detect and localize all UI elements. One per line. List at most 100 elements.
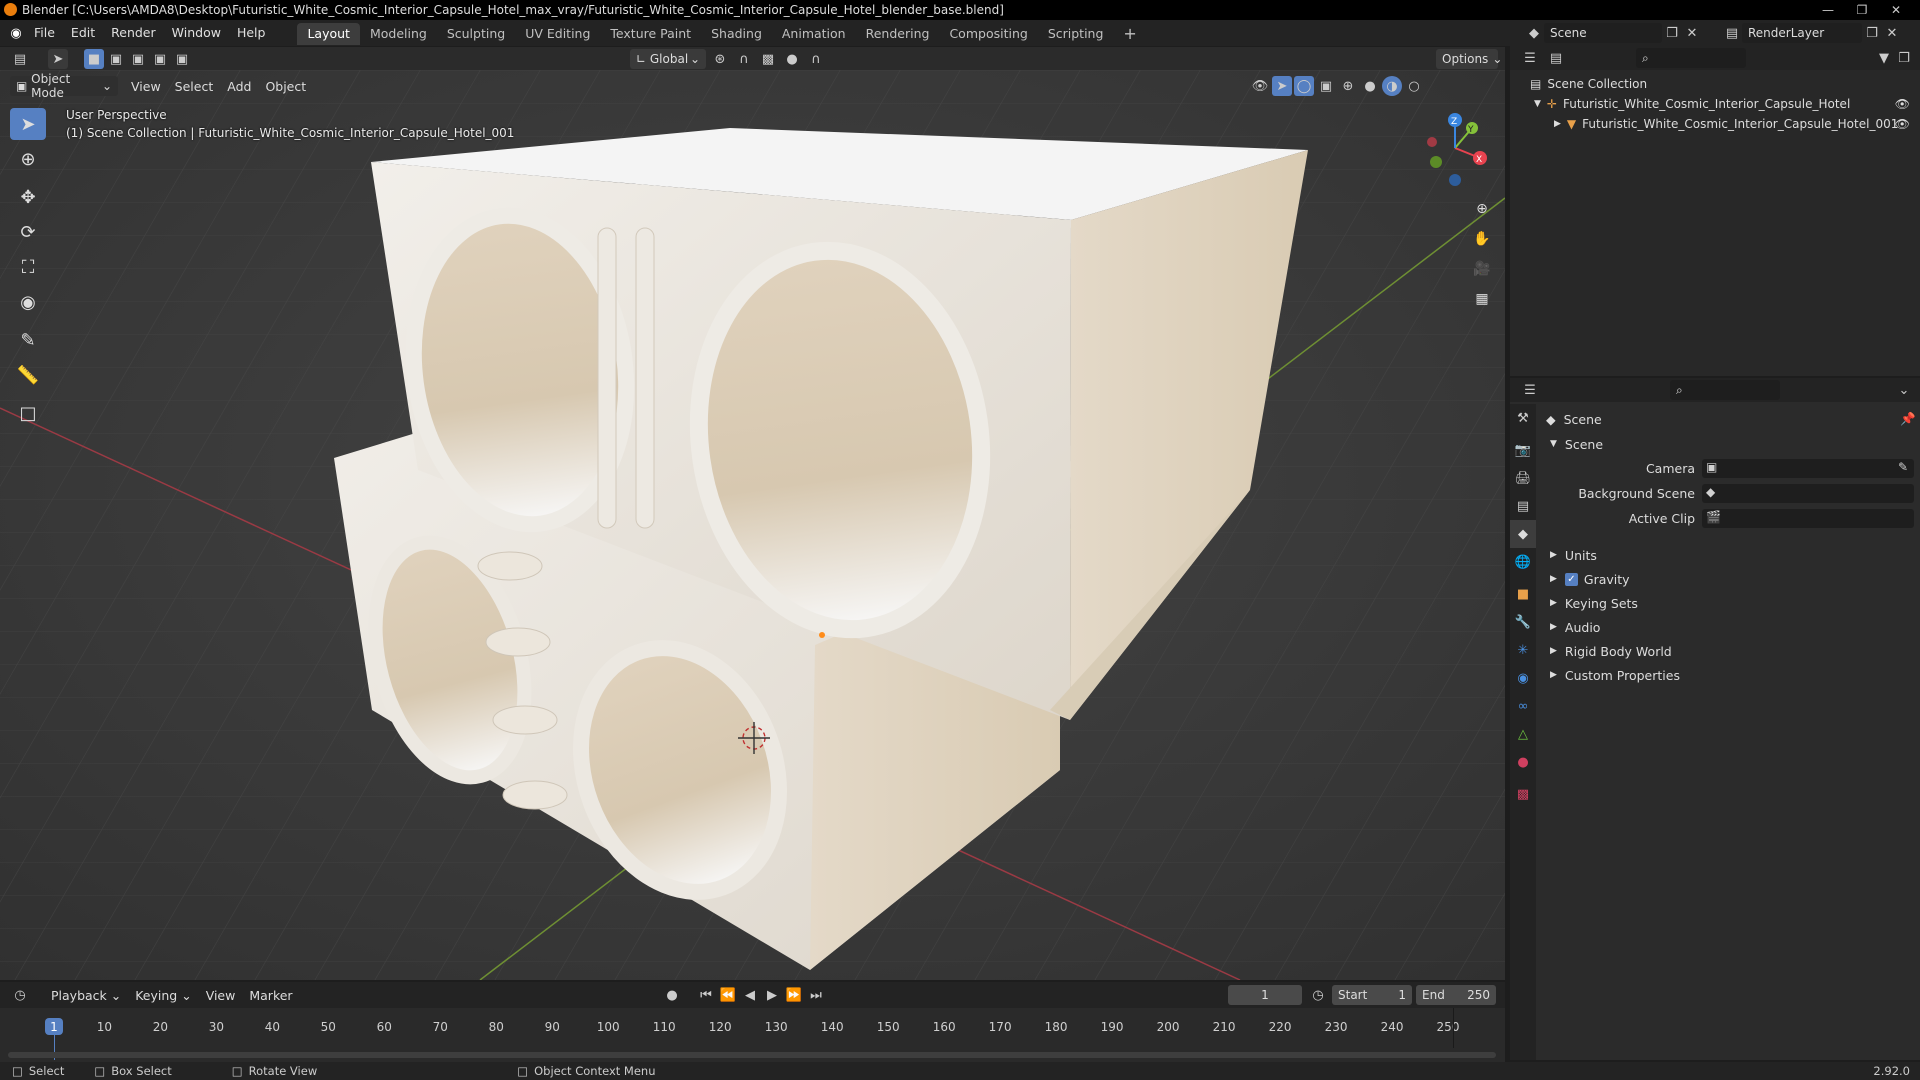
menu-edit[interactable]: Edit — [63, 20, 103, 46]
tab-shading[interactable]: Shading — [701, 23, 772, 45]
editor-type-icon[interactable]: ☰ — [1520, 48, 1540, 68]
timeline-menu-view[interactable]: View — [199, 988, 243, 1003]
timeline-menu-marker[interactable]: Marker — [242, 988, 299, 1003]
current-frame-field[interactable]: 1 — [1228, 985, 1302, 1005]
xray-toggle-icon[interactable]: ▣ — [1316, 76, 1336, 96]
jump-start-icon[interactable]: ⏮ — [696, 985, 716, 1005]
select-tool-icon[interactable]: ➤ — [48, 49, 68, 69]
record-icon[interactable]: ● — [662, 985, 682, 1005]
active-clip-field[interactable]: 🎬 — [1702, 509, 1914, 528]
constraints-tab-icon[interactable]: ∞ — [1510, 692, 1536, 720]
minimize-icon[interactable]: — — [1812, 0, 1844, 20]
menu-window[interactable]: Window — [164, 20, 229, 46]
add-workspace-icon[interactable]: + — [1113, 23, 1146, 45]
display-mode-icon[interactable]: ▤ — [1546, 48, 1566, 68]
transform-tool-icon[interactable]: ◉ — [10, 286, 46, 318]
editor-type-icon[interactable]: ☰ — [1520, 380, 1540, 400]
object-tab-icon[interactable]: ■ — [1510, 580, 1536, 608]
snap-icon[interactable]: ∩ — [734, 49, 754, 69]
filter-icon[interactable]: ▼ — [1874, 48, 1894, 68]
scene-icon[interactable]: ◆ — [1524, 23, 1544, 43]
tool-tab-icon[interactable]: ⚒ — [1510, 404, 1536, 432]
material-preview-shading-icon[interactable]: ◑ — [1382, 76, 1402, 96]
tab-animation[interactable]: Animation — [772, 23, 856, 45]
material-tab-icon[interactable]: ● — [1510, 748, 1536, 776]
properties-search-input[interactable]: ⌕ — [1670, 380, 1780, 400]
measure-tool-icon[interactable]: 📏 — [10, 359, 46, 391]
visibility-icon[interactable]: 👁 — [1250, 76, 1270, 96]
rendered-shading-icon[interactable]: ○ — [1404, 76, 1424, 96]
rotate-tool-icon[interactable]: ⟳ — [10, 216, 46, 248]
tab-texture-paint[interactable]: Texture Paint — [600, 23, 701, 45]
select-subtract-icon[interactable]: ▣ — [128, 49, 148, 69]
start-frame-field[interactable]: Start 1 — [1332, 985, 1412, 1005]
subpanel-gravity[interactable]: ▶ ✓ Gravity — [1550, 568, 1910, 590]
gravity-checkbox[interactable]: ✓ — [1564, 572, 1578, 586]
camera-view-icon[interactable]: 🎥 — [1469, 256, 1495, 282]
pin-icon[interactable]: 📌 — [1900, 411, 1916, 427]
outliner-search-input[interactable]: ⌕ — [1636, 48, 1746, 68]
jump-keyframe-back-icon[interactable]: ⏪ — [718, 985, 738, 1005]
new-collection-icon[interactable]: ❐ — [1894, 48, 1914, 68]
tab-rendering[interactable]: Rendering — [856, 23, 940, 45]
falloff-icon[interactable]: ∩ — [806, 49, 826, 69]
subpanel-audio[interactable]: ▶ Audio — [1550, 616, 1910, 638]
delete-scene-icon[interactable]: ✕ — [1682, 23, 1702, 43]
clock-icon[interactable]: ◷ — [1308, 985, 1328, 1005]
pivot-point-icon[interactable]: ⊛ — [710, 49, 730, 69]
pan-hand-icon[interactable]: ✋ — [1469, 226, 1495, 252]
eyedropper-icon[interactable]: ✎ — [1898, 460, 1908, 474]
proportional-edit-icon[interactable]: ● — [782, 49, 802, 69]
cursor-tool-icon[interactable]: ⊕ — [10, 143, 46, 175]
texture-tab-icon[interactable]: ▩ — [1510, 780, 1536, 808]
scene-name-field[interactable]: Scene — [1544, 23, 1662, 43]
select-invert-icon[interactable]: ▣ — [150, 49, 170, 69]
tab-modeling[interactable]: Modeling — [360, 23, 437, 45]
zoom-icon[interactable]: ⊕ — [1469, 196, 1495, 222]
play-reverse-icon[interactable]: ◀ — [740, 985, 760, 1005]
menu-help[interactable]: Help — [229, 20, 274, 46]
solid-shading-icon[interactable]: ● — [1360, 76, 1380, 96]
scene-panel-header[interactable]: ▼ Scene — [1550, 433, 1603, 455]
select-intersect-icon[interactable]: ▣ — [172, 49, 192, 69]
view-layer-name-field[interactable]: RenderLayer — [1742, 23, 1862, 43]
select-box-tool-icon[interactable]: ➤ — [10, 108, 46, 140]
expand-down-icon[interactable]: ▼ — [1534, 99, 1541, 109]
add-cube-tool-icon[interactable]: □ — [10, 397, 46, 429]
gizmo-toggle-icon[interactable]: ➤ — [1272, 76, 1292, 96]
data-tab-icon[interactable]: △ — [1510, 720, 1536, 748]
viewport-menu-select[interactable]: Select — [168, 79, 221, 94]
subpanel-keying-sets[interactable]: ▶ Keying Sets — [1550, 592, 1910, 614]
timeline-menu-keying[interactable]: Keying ⌄ — [128, 988, 198, 1003]
tab-compositing[interactable]: Compositing — [939, 23, 1037, 45]
viewport-menu-object[interactable]: Object — [258, 79, 313, 94]
end-frame-field[interactable]: End 250 — [1416, 985, 1496, 1005]
camera-field[interactable]: ▣ ✎ — [1702, 459, 1914, 478]
outliner-row-object[interactable]: ▶ ▼ Futuristic_White_Cosmic_Interior_Cap… — [1510, 114, 1920, 134]
viewport-menu-add[interactable]: Add — [220, 79, 258, 94]
transform-orientation-dropdown[interactable]: ∟ Global ⌄ — [630, 49, 706, 69]
subpanel-rigid-body-world[interactable]: ▶ Rigid Body World — [1550, 640, 1910, 662]
tab-uv-editing[interactable]: UV Editing — [515, 23, 600, 45]
perspective-toggle-icon[interactable]: ▦ — [1469, 286, 1495, 312]
world-tab-icon[interactable]: 🌐 — [1510, 548, 1536, 576]
scale-tool-icon[interactable]: ⛶ — [10, 251, 46, 283]
object-mode-dropdown[interactable]: ▣ Object Mode ⌄ — [10, 72, 118, 100]
editor-type-icon[interactable]: ◷ — [10, 985, 30, 1005]
tab-sculpting[interactable]: Sculpting — [437, 23, 515, 45]
timeline-menu-playback[interactable]: Playback ⌄ — [44, 988, 128, 1003]
particles-tab-icon[interactable]: ✳ — [1510, 636, 1536, 664]
3d-viewport[interactable]: X Y Z User Perspective (1) Scene Collect… — [0, 70, 1505, 980]
subpanel-units[interactable]: ▶ Units — [1550, 544, 1910, 566]
timeline-track[interactable]: 1 10 20 30 40 50 60 70 80 90 100 110 120 130 140 150 160… — [0, 1008, 1505, 1062]
tab-layout[interactable]: Layout — [297, 23, 360, 45]
view-layer-icon[interactable]: ▤ — [1722, 23, 1742, 43]
wireframe-shading-icon[interactable]: ⊕ — [1338, 76, 1358, 96]
maximize-icon[interactable]: ❐ — [1846, 0, 1878, 20]
outliner-row-scene-collection[interactable]: ▤ Scene Collection — [1510, 74, 1920, 94]
new-view-layer-icon[interactable]: ❐ — [1862, 23, 1882, 43]
eye-visibility-icon[interactable]: 👁 — [1895, 117, 1910, 131]
move-tool-icon[interactable]: ✥ — [10, 181, 46, 213]
timeline-scrollbar[interactable] — [8, 1052, 1496, 1058]
editor-type-icon[interactable]: ▤ — [10, 49, 30, 69]
